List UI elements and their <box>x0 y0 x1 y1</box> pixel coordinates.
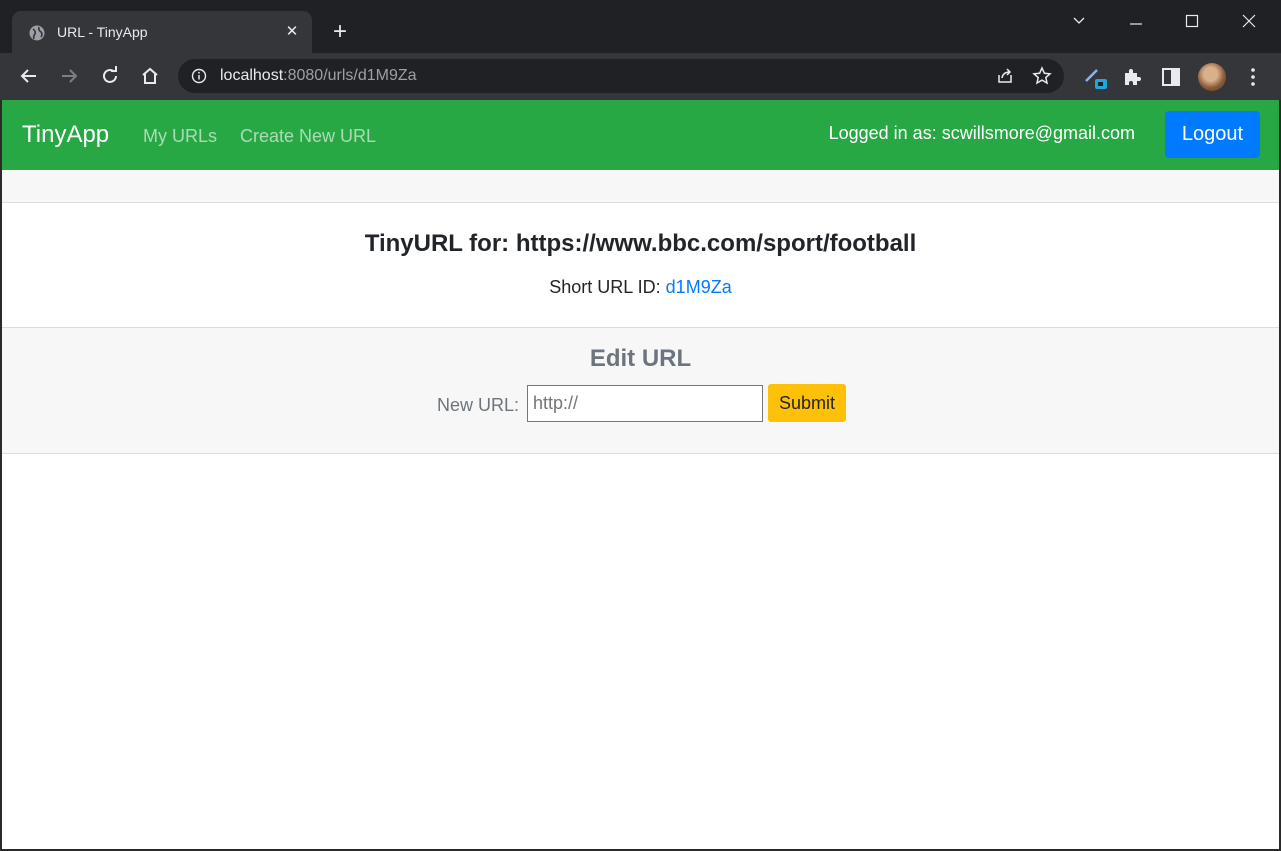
maximize-icon[interactable] <box>1172 6 1212 36</box>
close-window-icon[interactable] <box>1229 6 1269 36</box>
forward-icon[interactable] <box>56 63 82 89</box>
globe-icon <box>29 25 45 41</box>
new-url-input[interactable] <box>527 385 763 422</box>
nav-link-create-new-url[interactable]: Create New URL <box>240 126 376 147</box>
address-text: localhost:8080/urls/d1M9Za <box>220 67 417 85</box>
page-title: TinyURL for: https://www.bbc.com/sport/f… <box>364 230 917 257</box>
home-icon[interactable] <box>137 63 163 89</box>
tab-title: URL - TinyApp <box>57 24 148 40</box>
edit-url-form: New URL: Submit <box>2 384 1279 424</box>
browser-tab[interactable]: URL - TinyApp ✕ <box>12 11 312 53</box>
menu-kebab-icon[interactable] <box>1241 65 1265 89</box>
short-url-link[interactable]: d1M9Za <box>666 277 732 297</box>
tab-strip: URL - TinyApp ✕ + <box>0 0 1281 53</box>
back-icon[interactable] <box>16 63 42 89</box>
browser-chrome: URL - TinyApp ✕ + localhost:8080/urls/d1… <box>0 0 1281 100</box>
card-header <box>2 170 1279 203</box>
url-path: :8080/urls/d1M9Za <box>283 67 417 84</box>
new-url-label: New URL: <box>437 395 520 415</box>
url-host: localhost <box>220 67 284 84</box>
edit-url-section: Edit URL New URL: Submit <box>2 328 1279 454</box>
new-tab-icon[interactable]: + <box>326 19 354 47</box>
browser-toolbar: localhost:8080/urls/d1M9Za <box>0 53 1281 100</box>
brand-link[interactable]: TinyApp <box>22 121 109 149</box>
side-panel-icon[interactable] <box>1160 65 1184 89</box>
submit-button[interactable]: Submit <box>768 384 846 422</box>
bookmark-star-icon[interactable] <box>1032 66 1052 86</box>
url-details-card: TinyURL for: https://www.bbc.com/sport/f… <box>2 203 1279 328</box>
tab-close-icon[interactable]: ✕ <box>282 22 302 42</box>
top-navbar: TinyApp My URLs Create New URL Logged in… <box>2 100 1279 170</box>
extensions-puzzle-icon[interactable] <box>1121 65 1145 89</box>
info-icon[interactable] <box>191 68 207 84</box>
nav-link-my-urls[interactable]: My URLs <box>143 126 217 147</box>
minimize-icon[interactable] <box>1116 6 1156 36</box>
address-bar[interactable]: localhost:8080/urls/d1M9Za <box>178 59 1064 93</box>
short-url-label: Short URL ID: <box>549 277 661 297</box>
logout-button[interactable]: Logout <box>1165 111 1260 158</box>
short-url-line: Short URL ID: d1M9Za <box>2 277 1279 298</box>
reload-icon[interactable] <box>97 63 123 89</box>
extension-pencil-icon[interactable] <box>1083 65 1107 89</box>
page-viewport: TinyApp My URLs Create New URL Logged in… <box>2 100 1279 849</box>
edit-url-title: Edit URL <box>589 345 692 372</box>
profile-avatar[interactable] <box>1198 63 1226 91</box>
tab-search-icon[interactable] <box>1059 6 1099 36</box>
logged-in-text: Logged in as: scwillsmore@gmail.com <box>828 123 1135 143</box>
share-icon[interactable] <box>996 67 1014 85</box>
window-border-left <box>0 100 2 851</box>
